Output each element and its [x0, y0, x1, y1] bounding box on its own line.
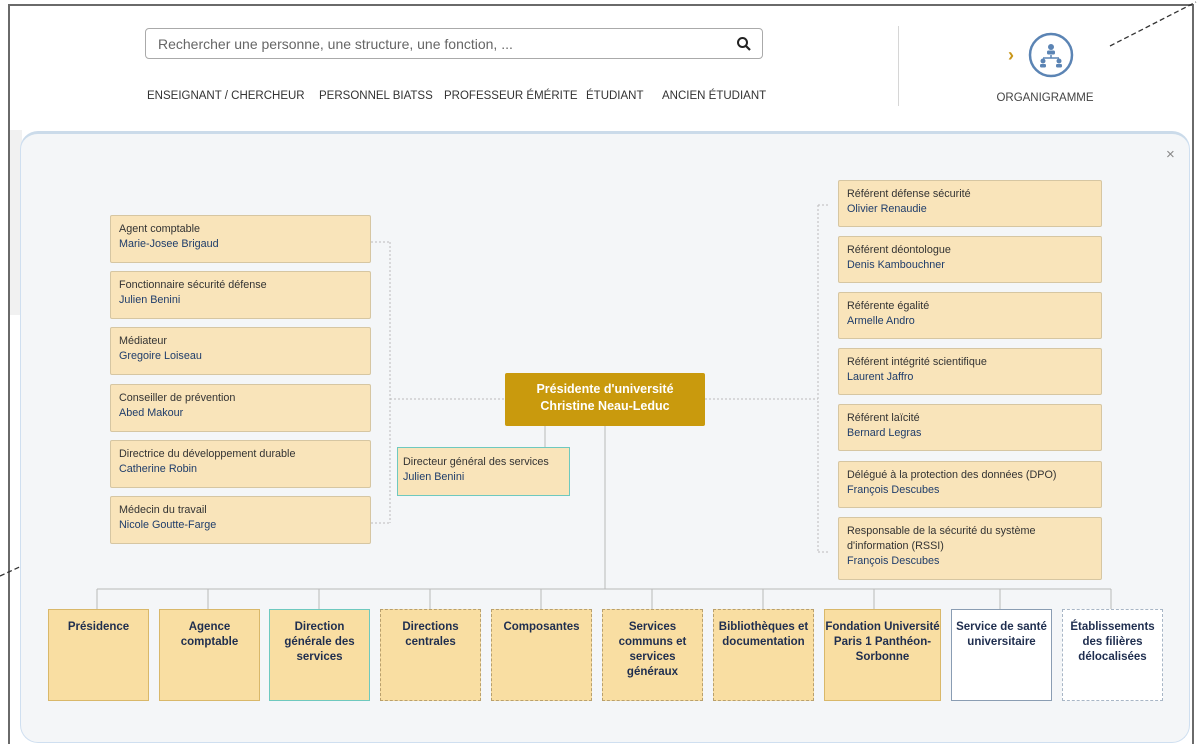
right-box-deontologue[interactable]: Référent déontologue Denis Kambouchner	[838, 236, 1102, 283]
role-label: Référent intégrité scientifique	[847, 356, 987, 368]
unit-agence-comptable[interactable]: Agence comptable	[159, 609, 260, 701]
unit-services-communs[interactable]: Services communs et services généraux	[602, 609, 703, 701]
person-name: Olivier Renaudie	[847, 203, 927, 215]
role-label: Médiateur	[119, 335, 168, 347]
left-box-medecin-travail[interactable]: Médecin du travail Nicole Goutte-Farge	[110, 496, 371, 544]
person-name: François Descubes	[847, 484, 940, 496]
president-box[interactable]: Présidente d'université Christine Neau-L…	[505, 373, 705, 426]
role-label: Médecin du travail	[119, 504, 207, 516]
role-label: Fonctionnaire sécurité défense	[119, 279, 267, 291]
unit-presidence[interactable]: Présidence	[48, 609, 149, 701]
person-name: Laurent Jaffro	[847, 371, 914, 383]
left-box-developpement-durable[interactable]: Directrice du développement durable Cath…	[110, 440, 371, 488]
role-label: Référent laïcité	[847, 412, 920, 424]
person-name: Julien Benini	[119, 294, 181, 306]
right-box-defense-securite[interactable]: Référent défense sécurité Olivier Renaud…	[838, 180, 1102, 227]
person-name: Nicole Goutte-Farge	[119, 519, 217, 531]
unit-direction-generale[interactable]: Direction générale des services	[269, 609, 370, 701]
person-name: Gregoire Loiseau	[119, 350, 202, 362]
person-name: Denis Kambouchner	[847, 259, 945, 271]
president-name: Christine Neau-Leduc	[540, 399, 670, 413]
unit-bibliotheques[interactable]: Bibliothèques et documentation	[713, 609, 814, 701]
left-box-agent-comptable[interactable]: Agent comptable Marie-Josee Brigaud	[110, 215, 371, 263]
role-label: Agent comptable	[119, 223, 201, 235]
person-name: Marie-Josee Brigaud	[119, 238, 219, 250]
person-name: François Descubes	[847, 555, 940, 567]
person-name: Abed Makour	[119, 407, 184, 419]
right-box-rssi[interactable]: Responsable de la sécurité du système d'…	[838, 517, 1102, 580]
left-box-prevention[interactable]: Conseiller de prévention Abed Makour	[110, 384, 371, 432]
dgs-role: Directeur général des services	[403, 456, 549, 468]
right-box-dpo[interactable]: Délégué à la protection des données (DPO…	[838, 461, 1102, 508]
unit-directions-centrales[interactable]: Directions centrales	[380, 609, 481, 701]
president-role: Présidente d'université	[536, 382, 674, 396]
left-box-securite-defense[interactable]: Fonctionnaire sécurité défense Julien Be…	[110, 271, 371, 319]
dgs-name: Julien Benini	[403, 471, 465, 483]
unit-sante-universitaire[interactable]: Service de santé universitaire	[951, 609, 1052, 701]
role-label: Référente égalité	[847, 300, 930, 312]
right-box-egalite[interactable]: Référente égalité Armelle Andro	[838, 292, 1102, 339]
unit-composantes[interactable]: Composantes	[491, 609, 592, 701]
role-label: Responsable de la sécurité du système d'…	[847, 525, 1036, 552]
role-label: Délégué à la protection des données (DPO…	[847, 469, 1057, 481]
person-name: Catherine Robin	[119, 463, 198, 475]
dgs-box[interactable]: Directeur général des services Julien Be…	[397, 447, 570, 496]
role-label: Référent défense sécurité	[847, 188, 971, 200]
role-label: Directrice du développement durable	[119, 448, 296, 460]
person-name: Armelle Andro	[847, 315, 915, 327]
right-box-integrite[interactable]: Référent intégrité scientifique Laurent …	[838, 348, 1102, 395]
unit-fondation[interactable]: Fondation Université Paris 1 Panthéon-So…	[824, 609, 941, 701]
left-box-mediateur[interactable]: Médiateur Gregoire Loiseau	[110, 327, 371, 375]
person-name: Bernard Legras	[847, 427, 922, 439]
role-label: Conseiller de prévention	[119, 392, 236, 404]
role-label: Référent déontologue	[847, 244, 951, 256]
right-box-laicite[interactable]: Référent laïcité Bernard Legras	[838, 404, 1102, 451]
unit-filieres-delocalisees[interactable]: Établissements des filières délocalisées	[1062, 609, 1163, 701]
